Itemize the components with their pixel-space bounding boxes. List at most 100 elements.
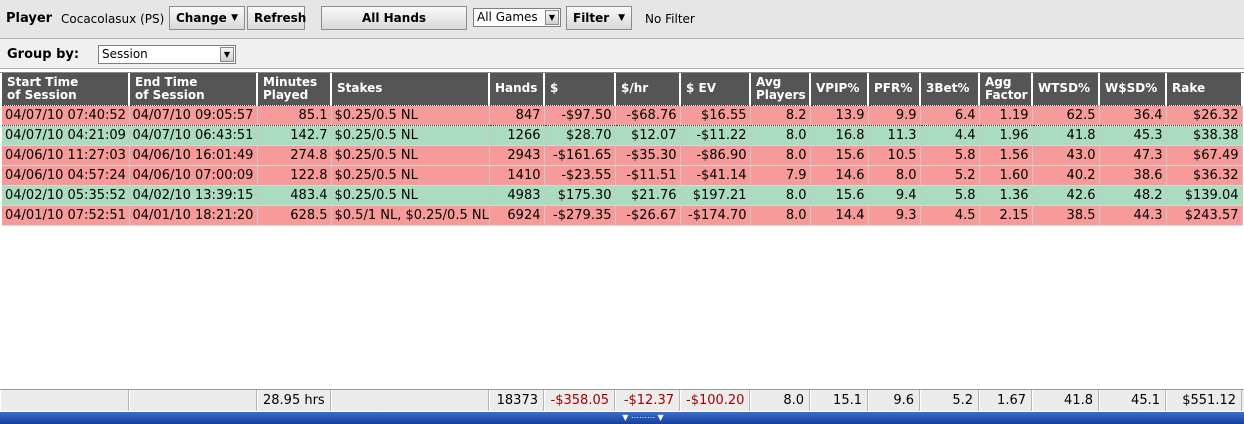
table-cell: -$35.30 <box>615 145 681 166</box>
table-cell: 04/02/10 05:35:52 <box>2 185 130 206</box>
column-header[interactable]: 3Bet% <box>920 73 980 105</box>
table-cell: $67.49 <box>1166 145 1243 166</box>
table-cell: 15.6 <box>810 185 869 206</box>
change-label: Change <box>176 11 227 25</box>
table-cell: 1266 <box>489 125 545 146</box>
session-row[interactable]: 04/07/10 04:21:09 04/07/10 06:43:51 142.7 $… <box>2 125 1243 146</box>
table-cell: 04/01/10 18:21:20 <box>129 205 258 226</box>
splitter-bar[interactable]: ▼ ⋯⋯⋯ ▼ <box>0 412 1244 424</box>
player-label: Player <box>6 11 53 26</box>
table-cell: 04/06/10 04:57:24 <box>2 165 130 186</box>
change-player-button[interactable]: Change ▼ <box>169 6 245 30</box>
table-cell: $0.25/0.5 NL <box>331 125 490 146</box>
table-cell: 6924 <box>489 205 545 226</box>
column-header[interactable]: $/hr <box>615 73 681 105</box>
table-cell: 5.8 <box>920 145 980 166</box>
table-cell: 4.4 <box>920 125 980 146</box>
all-hands-button[interactable]: All Hands <box>321 6 467 30</box>
player-name: Cocacolasux (PS) <box>61 12 165 26</box>
table-cell: -$97.50 <box>544 104 616 126</box>
table-cell: $0.5/1 NL, $0.25/0.5 NL <box>331 205 490 226</box>
table-cell: 7.9 <box>750 165 811 186</box>
session-row[interactable]: 04/06/10 04:57:24 04/06/10 07:00:09 122.8 $… <box>2 165 1243 186</box>
group-by-label: Group by: <box>7 47 80 62</box>
table-cell: $26.32 <box>1166 104 1243 126</box>
table-cell: -$174.70 <box>680 205 751 226</box>
total-ev: -$100.20 <box>680 390 750 411</box>
table-cell: -$11.51 <box>615 165 681 186</box>
table-cell: $243.57 <box>1166 205 1243 226</box>
all-hands-label: All Hands <box>361 11 427 25</box>
table-cell: 16.8 <box>810 125 869 146</box>
column-header[interactable]: PFR% <box>868 73 921 105</box>
dropdown-arrow-icon: ▼ <box>618 13 625 23</box>
column-header[interactable]: W$SD% <box>1099 73 1167 105</box>
table-cell: 6.4 <box>920 104 980 126</box>
chevron-down-icon[interactable]: ▼ <box>545 10 559 25</box>
column-header[interactable]: $ <box>544 73 616 105</box>
table-cell: -$11.22 <box>680 125 751 146</box>
table-cell: 9.3 <box>868 205 921 226</box>
total-vpip: 15.1 <box>810 390 868 411</box>
table-cell: $36.32 <box>1166 165 1243 186</box>
session-row[interactable]: 04/07/10 07:40:52 04/07/10 09:05:57 85.1 $0… <box>2 104 1243 126</box>
table-cell: 142.7 <box>257 125 332 146</box>
refresh-button[interactable]: Refresh <box>247 6 307 30</box>
table-cell: -$26.67 <box>615 205 681 226</box>
table-cell: 10.5 <box>868 145 921 166</box>
session-row[interactable]: 04/01/10 07:52:51 04/01/10 18:21:20 628.5 $… <box>2 205 1243 226</box>
table-cell: $175.30 <box>544 185 616 206</box>
table-cell: $139.04 <box>1166 185 1243 206</box>
table-cell: 9.4 <box>868 185 921 206</box>
table-cell: 85.1 <box>257 104 332 126</box>
filter-button[interactable]: Filter ▼ <box>566 6 632 30</box>
column-header[interactable]: VPIP% <box>810 73 869 105</box>
column-header[interactable]: Stakes <box>331 73 490 105</box>
table-cell: $0.25/0.5 NL <box>331 165 490 186</box>
table-cell: -$279.35 <box>544 205 616 226</box>
table-cell: $0.25/0.5 NL <box>331 104 490 126</box>
column-header[interactable]: Avg Players <box>750 73 811 105</box>
table-cell: 15.6 <box>810 145 869 166</box>
column-header[interactable]: $ EV <box>680 73 751 105</box>
column-header[interactable]: Start Time of Session <box>2 73 130 105</box>
table-cell: 13.9 <box>810 104 869 126</box>
table-cell: 04/06/10 07:00:09 <box>129 165 258 186</box>
table-cell: 41.8 <box>1032 125 1100 146</box>
table-cell: -$86.90 <box>680 145 751 166</box>
column-header[interactable]: Agg Factor <box>979 73 1033 105</box>
column-header[interactable]: Minutes Played <box>257 73 332 105</box>
refresh-label: Refresh <box>254 11 307 25</box>
session-row[interactable]: 04/06/10 11:27:03 04/06/10 16:01:49 274.8 $… <box>2 145 1243 166</box>
table-cell: 1.60 <box>979 165 1033 186</box>
table-cell: 628.5 <box>257 205 332 226</box>
session-row[interactable]: 04/02/10 05:35:52 04/02/10 13:39:15 483.4 $… <box>2 185 1243 206</box>
table-cell: 36.4 <box>1099 104 1167 126</box>
column-header[interactable]: Hands <box>489 73 545 105</box>
column-header[interactable]: Rake <box>1166 73 1243 105</box>
table-cell: 4.5 <box>920 205 980 226</box>
table-cell: 14.4 <box>810 205 869 226</box>
table-cell: 45.3 <box>1099 125 1167 146</box>
table-cell: 8.2 <box>750 104 811 126</box>
dropdown-arrow-icon: ▼ <box>231 13 238 23</box>
column-header[interactable]: WTSD% <box>1032 73 1100 105</box>
splitter-grip-icon[interactable]: ▼ ⋯⋯⋯ ▼ <box>608 413 678 423</box>
table-cell: 47.3 <box>1099 145 1167 166</box>
table-cell: 2943 <box>489 145 545 166</box>
table-cell: 8.0 <box>750 205 811 226</box>
table-cell: 483.4 <box>257 185 332 206</box>
table-cell: 9.9 <box>868 104 921 126</box>
chevron-down-icon[interactable]: ▼ <box>220 47 234 62</box>
table-cell: 5.2 <box>920 165 980 186</box>
total-wsd: 45.1 <box>1099 390 1166 411</box>
group-by-select[interactable]: Session ▼ <box>98 45 236 64</box>
table-cell: 43.0 <box>1032 145 1100 166</box>
table-cell: 1.56 <box>979 145 1033 166</box>
column-header[interactable]: End Time of Session <box>129 73 258 105</box>
games-select[interactable]: All Games ▼ <box>473 8 561 27</box>
sessions-grid: Start Time of Session End Time of Session … <box>0 72 1244 413</box>
games-select-value: All Games <box>477 10 538 24</box>
table-cell: 8.0 <box>868 165 921 186</box>
table-cell: 04/01/10 07:52:51 <box>2 205 130 226</box>
